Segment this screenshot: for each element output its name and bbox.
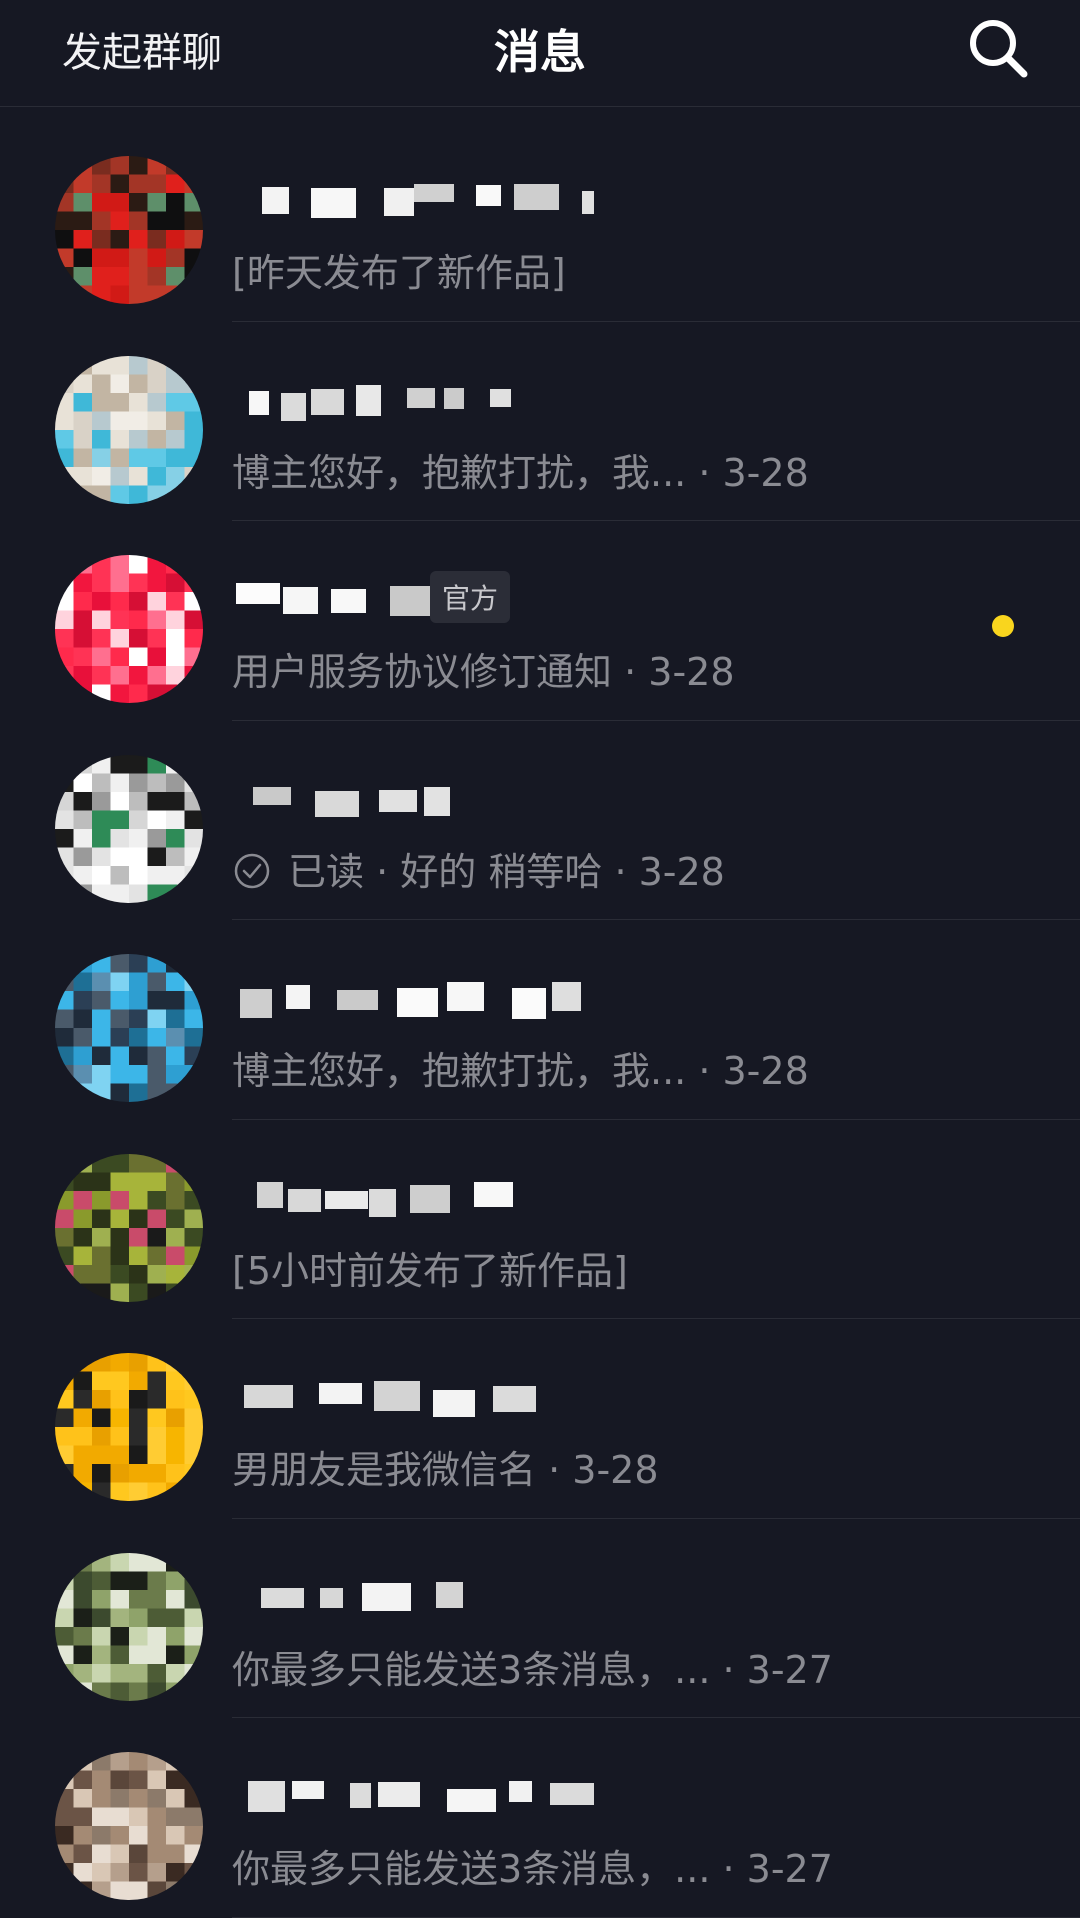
avatar[interactable] [55,156,203,304]
avatar[interactable] [55,1552,203,1701]
message-preview: 男朋友是我微信名 · 3-28 [232,1448,659,1492]
preview-text: 你最多只能发送3条消息，... [232,1647,711,1692]
read-check-icon [232,851,272,891]
preview-text: 用户服务协议修订通知 [232,650,613,694]
conversation-list: [昨天发布了新作品] 博主您好，抱歉打扰，我... · 3-28 官方用户服务协议修… [0,122,1080,1918]
contact-name-redacted [234,174,672,222]
conversation-row[interactable]: 博主您好，抱歉打扰，我... · 3-28 [0,920,1080,1120]
timestamp: 3-27 [746,1647,833,1692]
conversation-row[interactable]: [昨天发布了新作品] [0,122,1080,322]
preview-text: 博主您好，抱歉打扰，我... [232,450,687,495]
search-button[interactable] [964,14,1034,84]
message-preview: [昨天发布了新作品] [232,242,566,297]
conversation-row[interactable]: [5小时前发布了新作品] [0,1120,1080,1319]
conversation-row[interactable]: 你最多只能发送3条消息，... · 3-27 [0,1519,1080,1718]
avatar[interactable] [55,954,203,1102]
message-preview: 用户服务协议修订通知 · 3-28 [232,650,735,694]
avatar[interactable] [55,1353,203,1501]
contact-name-redacted [234,972,649,1020]
conversation-row[interactable]: 博主您好，抱歉打扰，我... · 3-28 [0,322,1080,521]
avatar[interactable] [55,355,203,504]
message-preview: [5小时前发布了新作品] [232,1240,628,1295]
contact-name-redacted [234,773,594,821]
conversation-row[interactable]: 你最多只能发送3条消息，... · 3-27 [0,1718,1080,1918]
row-divider [232,1916,1080,1918]
message-preview: 你最多只能发送3条消息，... · 3-27 [232,1847,833,1891]
preview-text: 你最多只能发送3条消息，... [232,1847,711,1891]
unread-dot [992,615,1014,637]
contact-name-redacted [234,573,594,621]
avatar[interactable] [55,555,203,703]
timestamp: 3-28 [722,1049,809,1093]
timestamp: 3-27 [746,1847,833,1891]
read-status-label: 已读 [288,849,365,894]
contact-name-redacted [234,1571,594,1619]
page-title: 消息 [494,25,586,79]
avatar[interactable] [55,754,203,903]
timestamp: 3-28 [638,849,725,894]
timestamp: 3-28 [572,1448,659,1492]
timestamp: 3-28 [722,450,809,495]
timestamp: 3-28 [648,650,735,694]
search-icon [970,20,1028,78]
conversation-row[interactable]: 已读 · 好的 稍等哈 · 3-28 [0,721,1080,920]
contact-name-redacted [234,1770,599,1818]
preview-text: 博主您好，抱歉打扰，我... [232,1049,687,1093]
message-preview: 已读 · 好的 稍等哈 · 3-28 [232,841,725,896]
contact-name-redacted [234,374,594,422]
conversation-row[interactable]: 官方用户服务协议修订通知 · 3-28 [0,521,1080,721]
avatar[interactable] [55,1752,203,1900]
top-bar: 发起群聊 消息 [0,0,1080,107]
contact-name-redacted [234,1371,594,1419]
message-preview: 你最多只能发送3条消息，... · 3-27 [232,1647,833,1692]
message-preview: 博主您好，抱歉打扰，我... · 3-28 [232,1049,809,1093]
conversation-row[interactable]: 男朋友是我微信名 · 3-28 [0,1319,1080,1519]
preview-text: [昨天发布了新作品] [232,251,566,295]
message-preview: 博主您好，抱歉打扰，我... · 3-28 [232,450,809,495]
official-badge: 官方 [430,571,511,623]
preview-text: 好的 稍等哈 [400,849,603,894]
avatar[interactable] [55,1153,203,1302]
preview-text: [5小时前发布了新作品] [232,1248,628,1293]
contact-name-redacted [234,1172,594,1220]
preview-text: 男朋友是我微信名 [232,1448,537,1492]
